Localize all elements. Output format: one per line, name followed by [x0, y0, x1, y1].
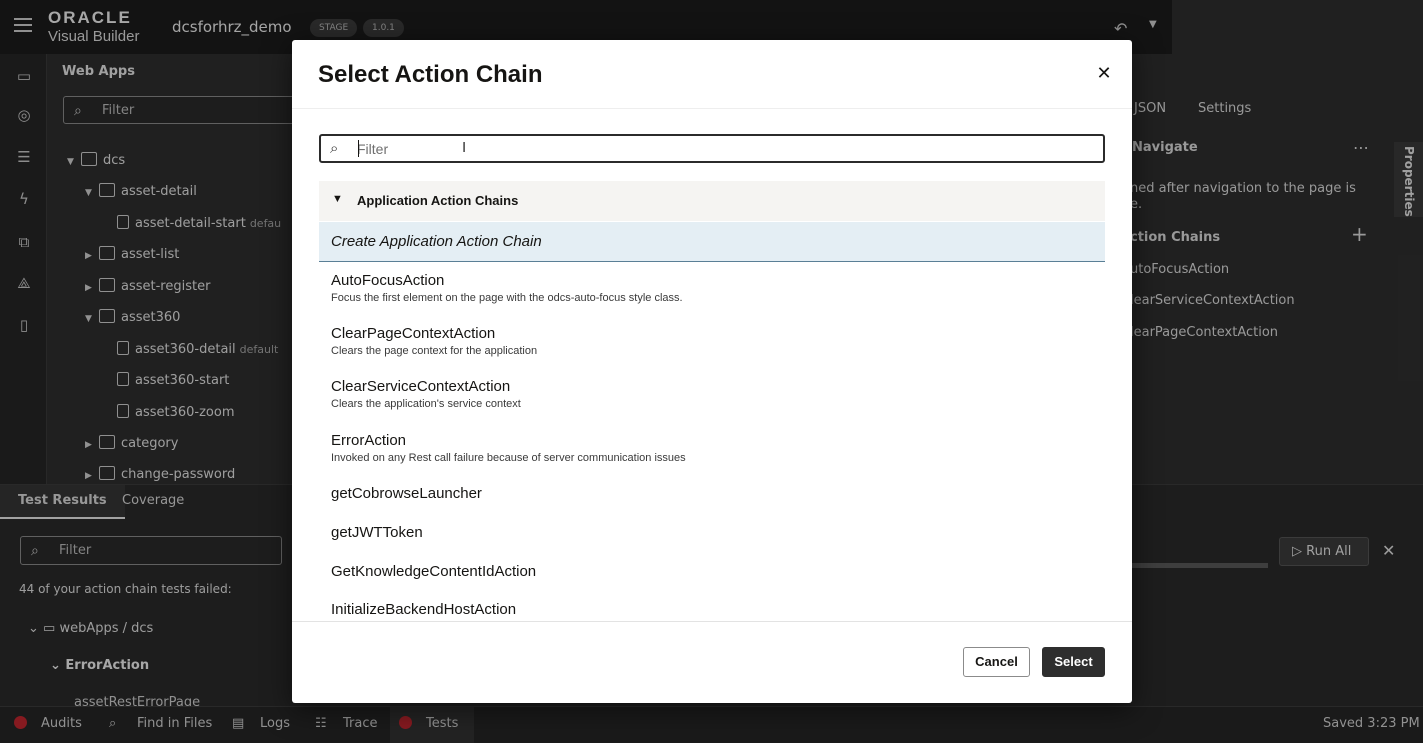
- close-icon[interactable]: ✕: [1093, 62, 1115, 84]
- search-icon: ⌕: [330, 140, 339, 157]
- item-name: getJWTToken: [331, 524, 423, 541]
- item-name: getCobrowseLauncher: [331, 485, 482, 502]
- dialog-header-divider: [292, 108, 1132, 109]
- item-description: Clears the page context for the applicat…: [331, 345, 538, 357]
- group-label: Application Action Chains: [357, 193, 519, 208]
- list-item[interactable]: GetKnowledgeContentIdAction: [331, 563, 1091, 581]
- list-item[interactable]: ErrorAction Invoked on any Rest call fai…: [331, 432, 1091, 465]
- item-name: GetKnowledgeContentIdAction: [331, 563, 537, 580]
- item-description: Clears the application's service context: [331, 398, 521, 410]
- item-description: Focus the first element on the page with…: [331, 292, 683, 304]
- select-action-chain-dialog: Select Action Chain ✕ ⌕ I ▼ Application …: [292, 40, 1132, 703]
- list-item[interactable]: getJWTToken: [331, 524, 1091, 542]
- create-label: Create Application Action Chain: [331, 233, 542, 250]
- dialog-title: Select Action Chain: [318, 61, 543, 88]
- list-item[interactable]: getCobrowseLauncher: [331, 485, 1091, 503]
- group-application-action-chains[interactable]: ▼ Application Action Chains: [319, 181, 1105, 221]
- item-name: AutoFocusAction: [331, 272, 445, 289]
- mouse-ibeam-icon: I: [462, 139, 467, 156]
- item-name: ClearServiceContextAction: [331, 378, 511, 395]
- select-button[interactable]: Select: [1042, 647, 1105, 677]
- action-chain-list: ▼ Application Action Chains Create Appli…: [319, 181, 1105, 622]
- item-name: ErrorAction: [331, 432, 407, 449]
- dialog-footer-divider: [292, 621, 1132, 622]
- create-application-action-chain[interactable]: Create Application Action Chain: [319, 222, 1105, 262]
- list-item[interactable]: ClearServiceContextAction Clears the app…: [331, 378, 1091, 411]
- item-name: ClearPageContextAction: [331, 325, 496, 342]
- cancel-button[interactable]: Cancel: [963, 647, 1030, 677]
- item-description: Invoked on any Rest call failure because…: [331, 452, 686, 464]
- list-item[interactable]: ClearPageContextAction Clears the page c…: [331, 325, 1091, 358]
- list-item[interactable]: InitializeBackendHostAction: [331, 601, 1091, 619]
- item-name: InitializeBackendHostAction: [331, 601, 517, 618]
- action-chain-filter[interactable]: ⌕ I: [319, 134, 1105, 163]
- text-cursor: [358, 140, 359, 157]
- list-item[interactable]: AutoFocusAction Focus the first element …: [331, 272, 1091, 305]
- chevron-down-icon[interactable]: ▼: [332, 193, 343, 205]
